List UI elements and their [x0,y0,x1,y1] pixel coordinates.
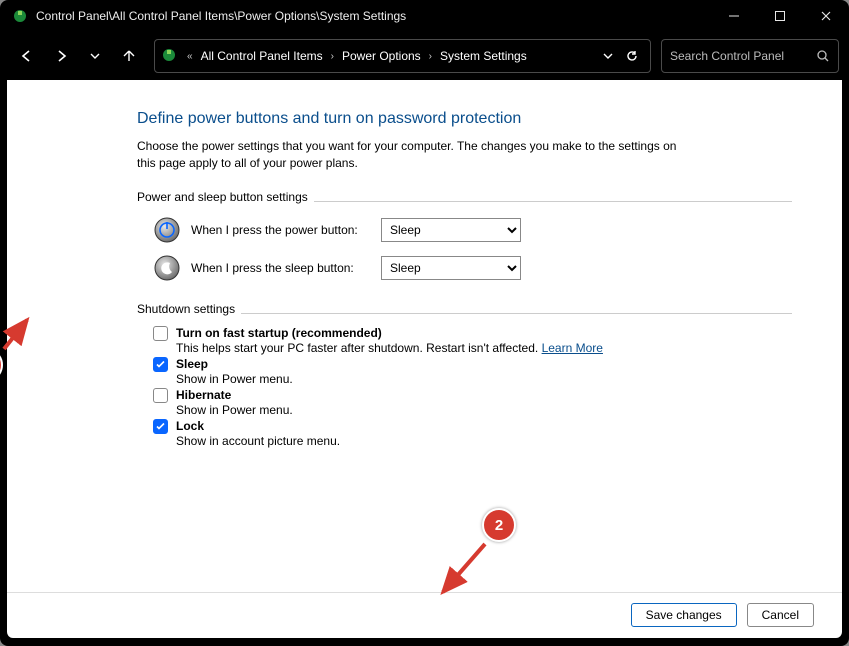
footer: Save changes Cancel [7,592,842,638]
sleep-button-select[interactable]: Sleep [381,256,521,280]
titlebar: Control Panel\All Control Panel Items\Po… [0,0,849,32]
nav-row: « All Control Panel Items › Power Option… [0,32,849,80]
forward-button[interactable] [46,41,76,71]
hibernate-checkbox[interactable] [153,388,168,403]
page-heading: Define power buttons and turn on passwor… [137,110,812,128]
lock-option-row: Lock Show in account picture menu. [153,419,812,448]
power-button-section-label: Power and sleep button settings [137,190,308,206]
search-box[interactable]: Search Control Panel [661,39,839,73]
hibernate-option-title: Hibernate [176,388,231,402]
sleep-option-row: Sleep Show in Power menu. [153,357,812,386]
maximize-button[interactable] [757,0,803,32]
breadcrumb-seg-0[interactable]: All Control Panel Items [197,47,327,65]
minimize-button[interactable] [711,0,757,32]
address-history-button[interactable] [596,50,620,62]
annotation-arrow-1 [0,312,39,354]
page-description: Choose the power settings that you want … [137,138,697,172]
sleep-checkbox[interactable] [153,357,168,372]
shutdown-section-label: Shutdown settings [137,302,235,318]
annotation-arrow-2 [435,540,491,600]
lock-option-title: Lock [176,419,204,433]
recent-locations-button[interactable] [80,41,110,71]
breadcrumb-seg-2[interactable]: System Settings [436,47,531,65]
sleep-button-row: When I press the sleep button: Sleep [153,254,812,282]
shutdown-section-head: Shutdown settings [137,302,792,318]
search-placeholder: Search Control Panel [670,49,816,63]
address-bar[interactable]: « All Control Panel Items › Power Option… [154,39,651,73]
close-button[interactable] [803,0,849,32]
control-panel-icon [161,47,179,65]
power-button-select[interactable]: Sleep [381,218,521,242]
fast-startup-desc: This helps start your PC faster after sh… [176,341,812,355]
breadcrumb-prefix: « [187,51,193,62]
learn-more-link[interactable]: Learn More [542,341,603,355]
hibernate-option-desc: Show in Power menu. [176,403,812,417]
power-button-section-head: Power and sleep button settings [137,190,792,206]
control-panel-icon [12,8,28,24]
power-button-label: When I press the power button: [191,223,381,237]
lock-option-desc: Show in account picture menu. [176,434,812,448]
lock-checkbox[interactable] [153,419,168,434]
window-title: Control Panel\All Control Panel Items\Po… [36,9,711,23]
sleep-icon [153,254,181,282]
fast-startup-title: Turn on fast startup (recommended) [176,326,382,340]
sleep-button-label: When I press the sleep button: [191,261,381,275]
back-button[interactable] [12,41,42,71]
save-changes-button[interactable]: Save changes [631,603,737,627]
search-icon [816,49,830,63]
refresh-button[interactable] [620,49,644,63]
cancel-button[interactable]: Cancel [747,603,814,627]
annotation-badge-1: 1 [0,348,3,382]
fast-startup-checkbox[interactable] [153,326,168,341]
power-button-row: When I press the power button: Sleep [153,216,812,244]
window: Control Panel\All Control Panel Items\Po… [0,0,849,646]
sleep-option-desc: Show in Power menu. [176,372,812,386]
annotation-badge-2: 2 [482,508,516,542]
fast-startup-row: Turn on fast startup (recommended) This … [153,326,812,355]
hibernate-option-row: Hibernate Show in Power menu. [153,388,812,417]
chevron-right-icon: › [331,51,334,62]
chevron-right-icon: › [429,51,432,62]
sleep-option-title: Sleep [176,357,208,371]
up-button[interactable] [114,41,144,71]
breadcrumb-seg-1[interactable]: Power Options [338,47,425,65]
power-icon [153,216,181,244]
content-area: Define power buttons and turn on passwor… [7,80,842,638]
